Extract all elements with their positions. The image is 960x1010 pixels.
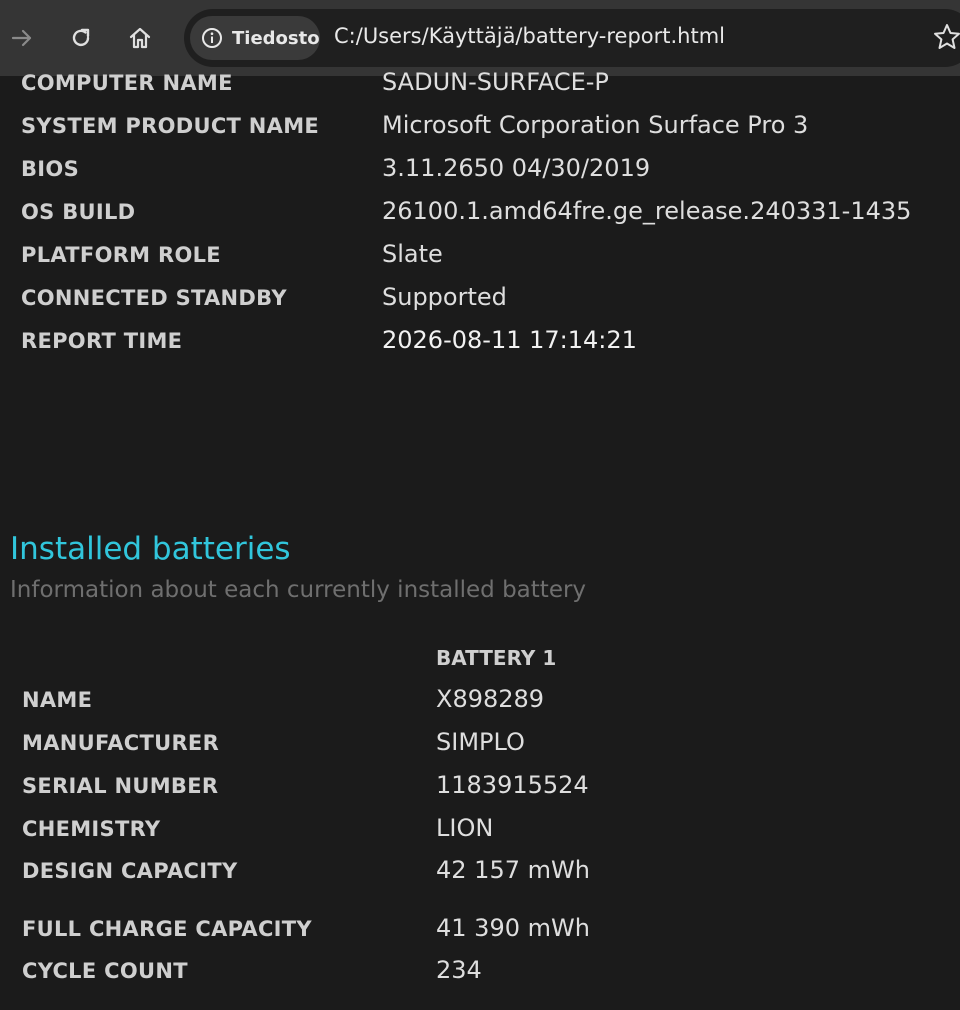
battery-value: LION: [436, 814, 494, 842]
site-info-chip[interactable]: Tiedosto: [190, 16, 320, 60]
url-text[interactable]: C:/Users/Käyttäjä/battery-report.html: [334, 24, 725, 48]
system-info-label: PLATFORM ROLE: [21, 243, 221, 267]
battery-column-header: BATTERY 1: [436, 646, 557, 670]
system-info-value: Slate: [382, 240, 443, 268]
section-title: Installed batteries: [10, 531, 291, 567]
info-icon: [202, 28, 222, 48]
system-info-label: REPORT TIME: [21, 329, 183, 353]
battery-label: CHEMISTRY: [22, 817, 161, 841]
system-info-value: SADUN-SURFACE-P: [382, 68, 609, 96]
forward-icon[interactable]: [6, 22, 38, 54]
battery-label: CYCLE COUNT: [22, 959, 188, 983]
battery-label: MANUFACTURER: [22, 731, 220, 755]
home-icon[interactable]: [124, 22, 156, 54]
battery-label: SERIAL NUMBER: [22, 774, 219, 798]
battery-label: NAME: [22, 688, 93, 712]
bookmark-star-icon[interactable]: [932, 22, 960, 52]
report-content: COMPUTER NAME SADUN-SURFACE-P SYSTEM PRO…: [0, 68, 960, 1010]
address-bar[interactable]: Tiedosto C:/Users/Käyttäjä/battery-repor…: [184, 9, 960, 67]
battery-value: 41 390 mWh: [436, 914, 590, 942]
system-info-label: COMPUTER NAME: [21, 71, 233, 95]
system-info-label: BIOS: [21, 157, 79, 181]
system-info-value: 26100.1.amd64fre.ge_release.240331-1435: [382, 197, 912, 225]
system-info-label: CONNECTED STANDBY: [21, 286, 287, 310]
section-subtitle: Information about each currently install…: [10, 577, 587, 603]
battery-value: 42 157 mWh: [436, 856, 590, 884]
security-chip-label: Tiedosto: [232, 27, 320, 49]
battery-label: DESIGN CAPACITY: [22, 859, 238, 883]
system-info-value: 3.11.2650 04/30/2019: [382, 154, 651, 182]
browser-toolbar: Tiedosto C:/Users/Käyttäjä/battery-repor…: [0, 0, 960, 76]
reload-icon[interactable]: [65, 22, 97, 54]
battery-value: 1183915524: [436, 771, 589, 799]
battery-value: X898289: [436, 685, 545, 713]
system-info-label: SYSTEM PRODUCT NAME: [21, 114, 320, 138]
system-info-value: Microsoft Corporation Surface Pro 3: [382, 111, 809, 139]
battery-value: SIMPLO: [436, 728, 525, 756]
system-info-value: Supported: [382, 283, 507, 311]
battery-value: 234: [436, 956, 482, 984]
report-time-value: 2026-08-11 17:14:21: [382, 326, 637, 354]
system-info-label: OS BUILD: [21, 200, 136, 224]
battery-label: FULL CHARGE CAPACITY: [22, 917, 312, 941]
